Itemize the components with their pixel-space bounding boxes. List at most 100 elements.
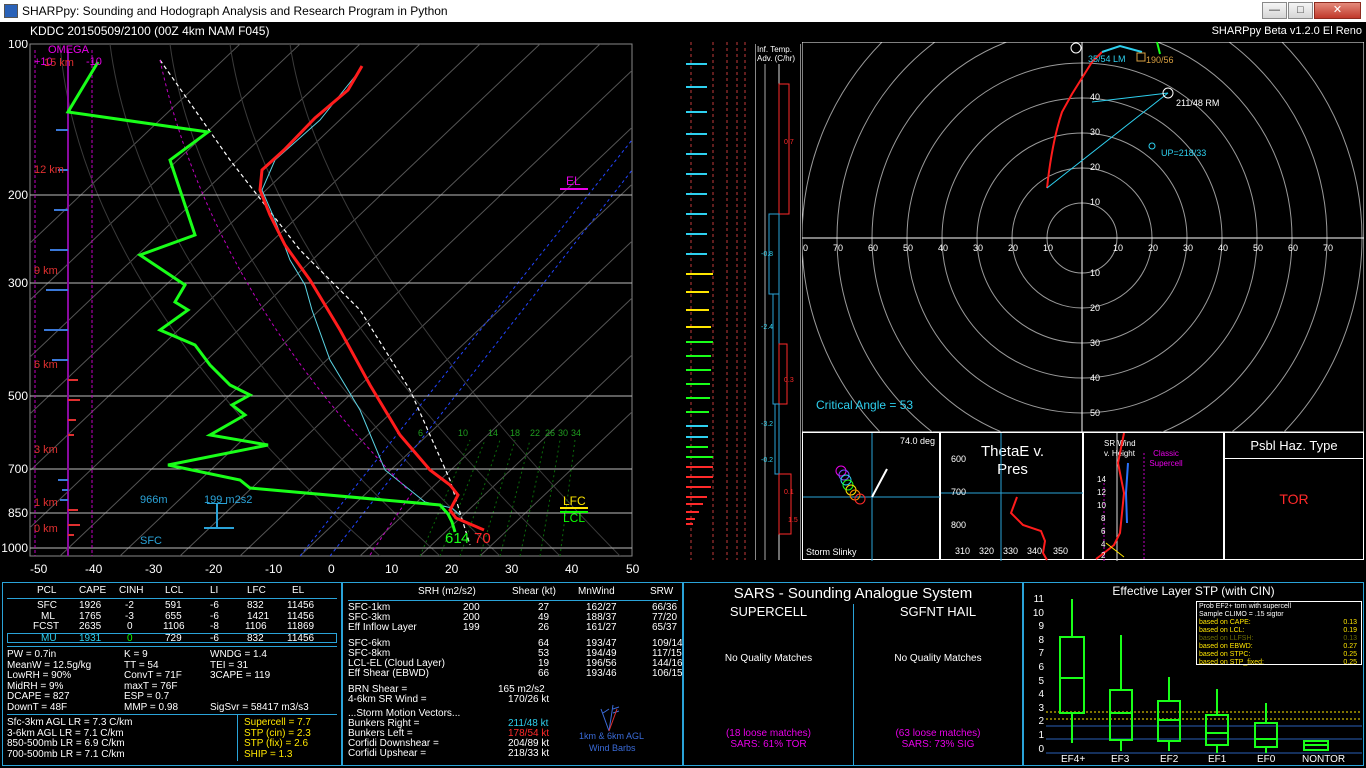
sigsvr: SigSvr = 58417 m3/s3	[210, 701, 309, 713]
p-label: 1000	[1, 541, 28, 555]
mix-label: 18	[510, 428, 520, 438]
t-label: -40	[85, 562, 103, 576]
mean-wind-label: 190/56	[1146, 55, 1174, 65]
axis-label: 0	[803, 243, 808, 253]
hazard-panel: Psbl Haz. Type TOR	[1224, 432, 1364, 560]
axis-label: 20	[1008, 243, 1018, 253]
mix-label: 10	[458, 428, 468, 438]
t-label: 0	[328, 562, 335, 576]
axis-label: 10	[1043, 243, 1053, 253]
minimize-button[interactable]: —	[1262, 2, 1287, 19]
slinky-angle: 74.0 deg	[899, 436, 935, 446]
sars-hail-result: SARS: 73% SIG	[901, 739, 975, 750]
adv-value: -0.8	[761, 251, 774, 258]
t-label: 30	[505, 562, 519, 576]
thetae-y: 600	[951, 454, 967, 464]
sars-title: SARS - Sounding Analogue System	[733, 585, 973, 602]
ring-label: 40	[1090, 92, 1100, 102]
srwind-h: 14	[1097, 475, 1106, 484]
axis-label: 40	[1218, 243, 1228, 253]
km-label: 3 km	[34, 444, 58, 456]
t-label: 10	[385, 562, 399, 576]
wind-speed-column	[686, 42, 746, 560]
parcel-row: SFC 1926 -2 591 -6 832 11456	[37, 600, 315, 611]
axis-label: 60	[868, 243, 878, 253]
version-label: SHARPpy Beta v1.2.0 El Reno	[1211, 25, 1362, 37]
adv-value: 0.7	[784, 139, 794, 146]
ring-label: 20	[1090, 303, 1100, 313]
sars-supercell-loose: (18 loose matches)	[725, 728, 812, 739]
sounding-id: KDDC 20150509/2100 (00Z 4km NAM F045)	[30, 24, 270, 38]
km-label: 15 km	[44, 57, 74, 69]
stp-panel: Effective Layer STP (with CIN) 11 10 9 8 7 6 5…	[1023, 582, 1364, 766]
critical-angle: Critical Angle = 53	[816, 398, 913, 412]
el-marker: EL	[566, 174, 581, 188]
km-label: 9 km	[34, 265, 58, 277]
srwind-h: 6	[1101, 527, 1106, 536]
p-label: 850	[8, 506, 28, 520]
wind-barb-icon	[600, 704, 620, 732]
srwind-h: 12	[1097, 488, 1106, 497]
barbs-label-2: Wind Barbs	[589, 743, 636, 753]
parcel-row: FCST 2635 0 1106 -8 1106 11869	[33, 621, 315, 632]
skewt-x-axis: -50 -40 -30 -20 -10 0 10 20 30 40 50	[0, 562, 640, 578]
thetae-x: 310	[955, 546, 971, 556]
t-label: 50	[626, 562, 640, 576]
indices-block: PW = 0.7in MeanW = 12.5g/kg LowRH = 90% Mid…	[7, 649, 337, 713]
upshear-label: UP=218/33	[1161, 148, 1206, 158]
axis-label: 50	[903, 243, 913, 253]
stp-x-axis: EF4+ EF3 EF2 EF1 EF0 NONTOR	[1061, 754, 1346, 765]
axis-label: 60	[1288, 243, 1298, 253]
t-label: 40	[565, 562, 579, 576]
lcl-marker: LCL	[563, 511, 585, 525]
omega-top: -10	[86, 56, 102, 68]
skewt-panel[interactable]: 100 200 300 500 700 850 1000 OMEGA +10 -…	[0, 40, 640, 560]
ring-label: 20	[1090, 162, 1100, 172]
sars-supercell: SUPERCELL	[729, 604, 808, 619]
p-label: 500	[8, 389, 28, 403]
km-label: 1 km	[34, 497, 58, 509]
ring-label: 30	[1090, 338, 1100, 348]
axis-label: 20	[1148, 243, 1158, 253]
ring-label: 50	[1090, 408, 1100, 418]
close-button[interactable]: ✕	[1314, 2, 1361, 19]
maximize-button[interactable]: □	[1288, 2, 1313, 19]
hodograph-panel[interactable]: 40 30 20 10 10 20 30 40 50 0 70 60 50 40…	[802, 42, 1364, 432]
thetae-x: 330	[1003, 546, 1019, 556]
parcel-row-selected[interactable]: MU 1931 0 729 -6 832 11456	[7, 632, 337, 643]
ring-label: 40	[1090, 373, 1100, 383]
thermo-panel: PCL CAPE CINH LCL LI LFC EL SFC 1926 -2 591…	[2, 582, 342, 766]
t-label: -50	[30, 562, 48, 576]
kinematics-panel: SRH (m2/s2) Shear (kt) MnWind SRW SFC-1k…	[342, 582, 683, 766]
sfc-height: 966m	[140, 494, 168, 506]
parcel-header: PCL	[37, 585, 57, 596]
km-label: 6 km	[34, 359, 58, 371]
eff-srh: 199 m2s2	[204, 494, 252, 506]
stp-y-axis: 11 10 9 8 7 6 5 4 3 2 1 0	[1032, 594, 1044, 755]
parcel-header: LCL	[165, 585, 184, 596]
thetae-x: 340	[1027, 546, 1043, 556]
app-icon	[4, 4, 18, 18]
parcel-header: LI	[210, 585, 219, 596]
composite-indices: Supercell = 7.7 STP (cin) = 2.3 STP (fix…	[237, 715, 337, 761]
parcel-header: LFC	[247, 585, 266, 596]
thetae-y: 800	[951, 520, 967, 530]
right-mover-label: 211/48 RM	[1176, 98, 1219, 108]
sars-supercell-matches: No Quality Matches	[724, 653, 813, 664]
t-label: -20	[205, 562, 223, 576]
slinky-title: Storm Slinky	[806, 547, 857, 557]
axis-label: 50	[1253, 243, 1263, 253]
storm-slinky-panel: 74.0 deg Storm Slinky	[802, 432, 941, 561]
sr-wind-panel: SR Wind v. Height Classic Supercell 14 1…	[1083, 432, 1224, 561]
t-label: -30	[145, 562, 163, 576]
sfc-dewpoint: 61	[445, 530, 462, 547]
adv-value: 0.3	[784, 377, 794, 384]
ring-label: 30	[1090, 127, 1100, 137]
lapse-rates: Sfc-3km AGL LR = 7.3 C/km 3-6km AGL LR = …	[7, 717, 133, 760]
left-mover-label: 35/54 LM	[1088, 54, 1126, 64]
axis-label: 40	[938, 243, 948, 253]
mix-label: 14	[488, 428, 498, 438]
mix-label: 30	[558, 428, 568, 438]
adv-value: -2.4	[761, 324, 774, 331]
sars-hail-loose: (63 loose matches)	[895, 728, 981, 739]
